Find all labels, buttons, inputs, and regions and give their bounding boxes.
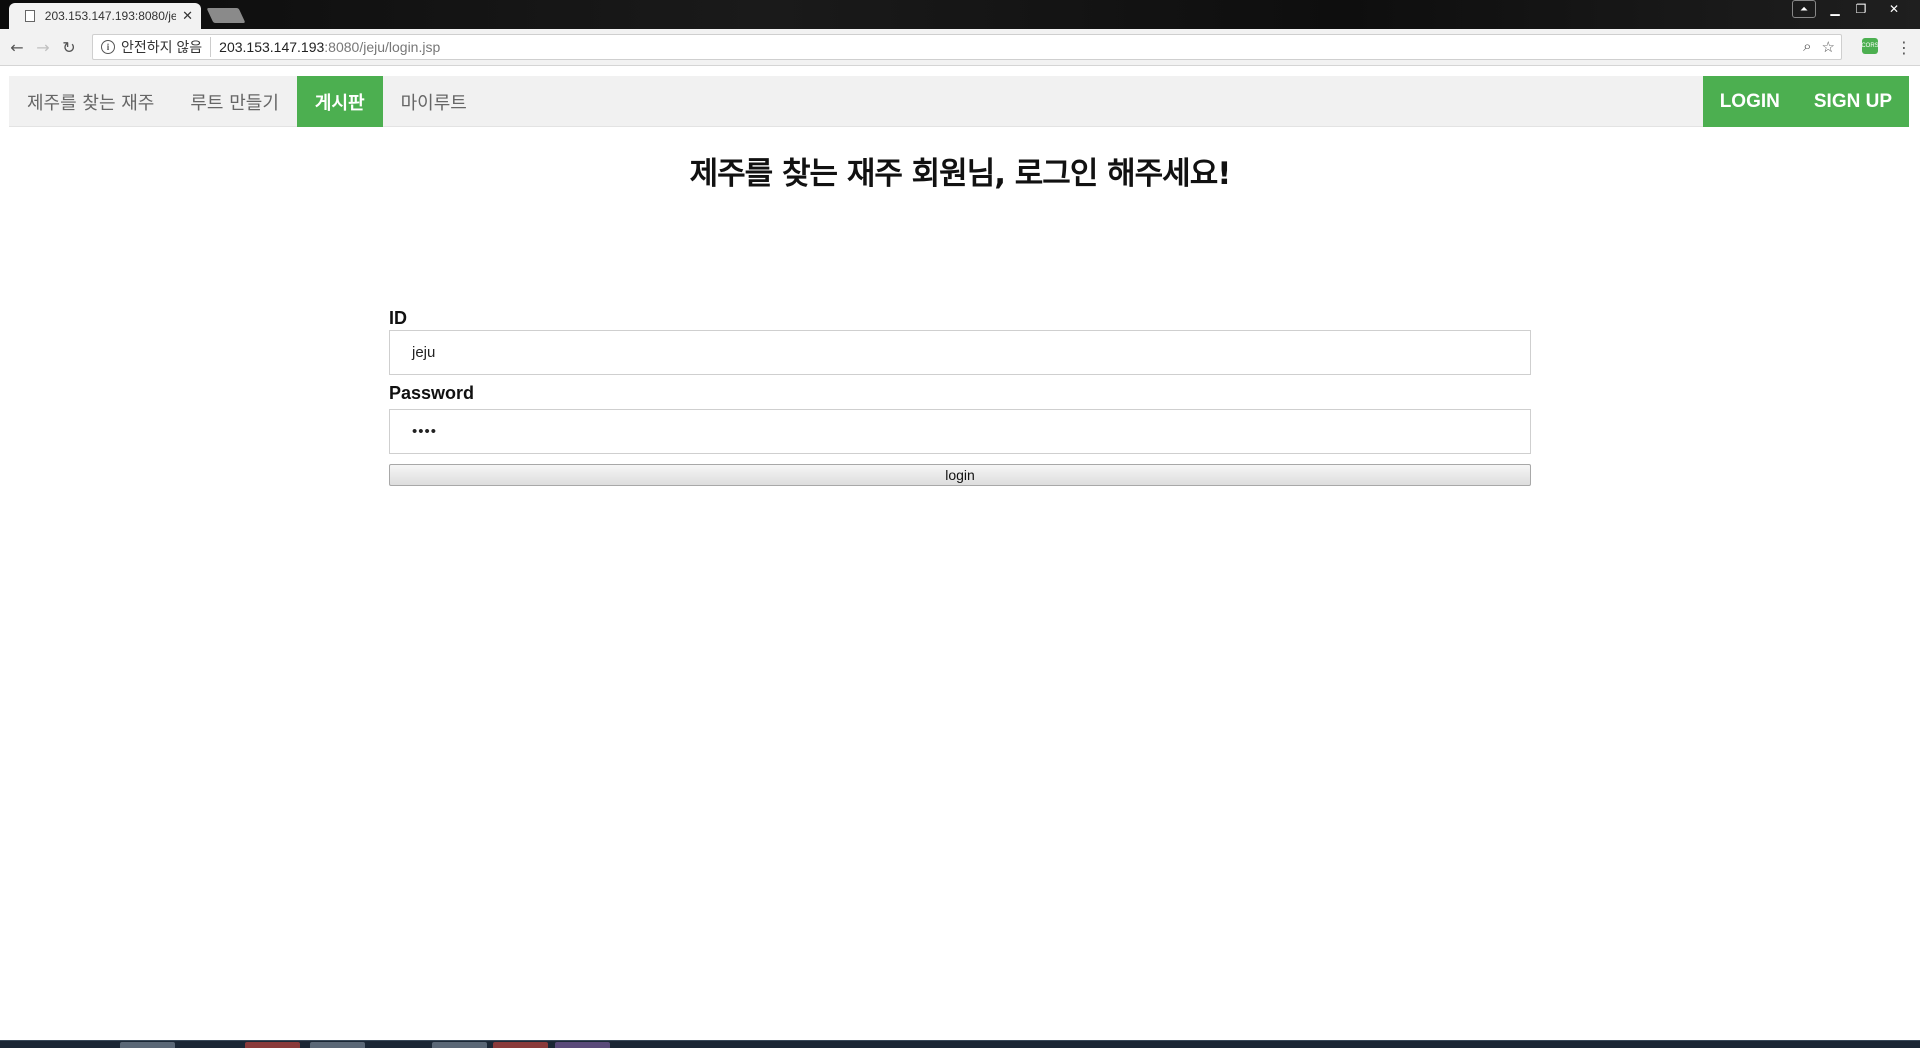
tab-close-icon[interactable]: ✕: [182, 9, 193, 24]
taskbar-item[interactable]: [310, 1042, 365, 1048]
page-title: 제주를 찾는 재주 회원님, 로그인 해주세요!: [689, 156, 1232, 192]
browser-toolbar: ← → ↻ i 안전하지 않음 203.153.147.193:8080/jej…: [0, 29, 1920, 66]
back-icon[interactable]: ←: [4, 34, 30, 60]
document-icon: [25, 10, 35, 22]
window-controls: ⏶ ▁ ❐ ✕: [1792, 0, 1914, 18]
password-label: Password: [389, 382, 475, 403]
profile-icon[interactable]: ⏶: [1792, 0, 1816, 18]
nav-home[interactable]: 제주를 찾는 재주: [9, 76, 172, 127]
login-button[interactable]: login: [389, 464, 1531, 486]
browser-titlebar: 203.153.147.193:8080/je ✕ ⏶ ▁ ❐ ✕: [0, 0, 1920, 29]
url-host: 203.153.147.193: [219, 39, 325, 55]
taskbar-item[interactable]: [493, 1042, 548, 1048]
taskbar-item[interactable]: [245, 1042, 300, 1048]
forward-icon[interactable]: →: [30, 34, 56, 60]
nav-board[interactable]: 게시판: [296, 76, 383, 127]
nav-my-route[interactable]: 마이루트: [383, 76, 485, 127]
nav-make-route[interactable]: 루트 만들기: [172, 76, 297, 127]
browser-menu-icon[interactable]: ⋮: [1896, 38, 1912, 57]
browser-tab[interactable]: 203.153.147.193:8080/je ✕: [9, 3, 201, 29]
new-tab-button[interactable]: [206, 8, 246, 23]
signup-link[interactable]: SIGN UP: [1797, 76, 1909, 127]
tab-title: 203.153.147.193:8080/je: [44, 9, 177, 23]
site-navbar: 제주를 찾는 재주 루트 만들기 게시판 마이루트 LOGIN SIGN UP: [9, 76, 1909, 127]
password-input[interactable]: ••••: [389, 409, 1531, 454]
taskbar-item[interactable]: [120, 1042, 175, 1048]
zoom-icon[interactable]: ⌕: [1803, 38, 1811, 56]
minimize-icon[interactable]: ▁: [1822, 0, 1848, 18]
security-label[interactable]: 안전하지 않음: [121, 37, 212, 57]
login-link[interactable]: LOGIN: [1703, 76, 1797, 127]
address-bar[interactable]: i 안전하지 않음 203.153.147.193:8080/jeju/logi…: [92, 34, 1842, 60]
taskbar-item[interactable]: [432, 1042, 487, 1048]
cors-extension-icon[interactable]: CORS: [1861, 38, 1879, 54]
url-path: :8080/jeju/login.jsp: [324, 39, 441, 55]
info-icon[interactable]: i: [101, 40, 115, 54]
close-window-icon[interactable]: ✕: [1874, 0, 1914, 18]
login-form: ID jeju Password •••• login: [389, 308, 1531, 486]
id-input[interactable]: jeju: [389, 330, 1531, 375]
taskbar-item[interactable]: [555, 1042, 610, 1048]
reload-icon[interactable]: ↻: [56, 34, 82, 60]
id-label: ID: [389, 308, 407, 328]
restore-icon[interactable]: ❐: [1848, 0, 1874, 18]
bookmark-star-icon[interactable]: ☆: [1822, 38, 1835, 56]
